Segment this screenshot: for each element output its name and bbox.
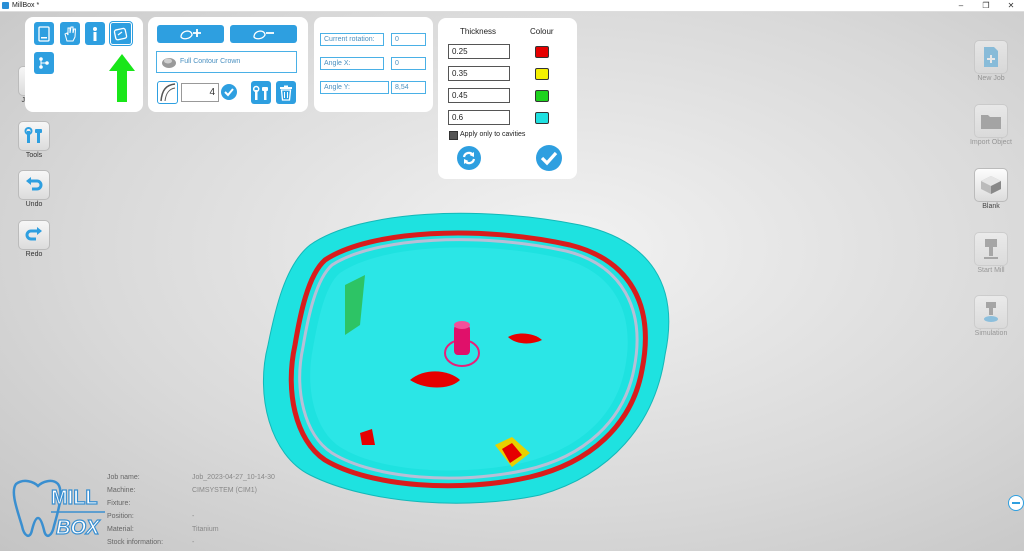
millbox-logo: MILL BOX bbox=[12, 479, 105, 540]
rotation-panel: Current rotation: 0 Angle X: 0 Angle Y: … bbox=[314, 17, 433, 112]
import-object-icon bbox=[974, 104, 1008, 138]
view-reset-button[interactable] bbox=[1008, 495, 1024, 511]
title-bar: MillBox * – ❐ ✕ bbox=[0, 0, 1024, 12]
tools-button[interactable]: Tools bbox=[17, 121, 51, 159]
apply-button[interactable] bbox=[536, 145, 562, 171]
start-mill-label: Start Mill bbox=[977, 267, 1005, 274]
hand-icon bbox=[64, 26, 77, 41]
undo-icon bbox=[18, 170, 50, 200]
logo-text-box: BOX bbox=[56, 517, 101, 539]
new-job-icon bbox=[974, 40, 1008, 74]
new-job-label: New Job bbox=[977, 75, 1005, 82]
redo-icon bbox=[18, 220, 50, 250]
tools-icon bbox=[253, 85, 268, 100]
simulation-button[interactable]: Simulation bbox=[964, 295, 1018, 337]
blank-label: Blank bbox=[982, 203, 1000, 210]
thickness-header: Thickness bbox=[460, 27, 497, 36]
redo-label: Redo bbox=[25, 251, 43, 258]
undo-label: Undo bbox=[25, 201, 43, 208]
remove-object-button[interactable] bbox=[230, 25, 297, 43]
thickness-input-1[interactable]: 0.25 bbox=[448, 44, 510, 59]
quantity-input[interactable]: 4 bbox=[181, 83, 219, 102]
add-object-button[interactable] bbox=[157, 25, 224, 43]
maximize-button[interactable]: ❐ bbox=[979, 0, 993, 11]
colour-header: Colour bbox=[530, 27, 554, 36]
margin-line-icon bbox=[160, 83, 176, 102]
thickness-check-icon bbox=[113, 27, 128, 40]
thickness-check-button[interactable] bbox=[110, 22, 132, 45]
confirm-quantity-button[interactable] bbox=[221, 84, 237, 100]
tools-label: Tools bbox=[25, 152, 43, 159]
refresh-icon bbox=[462, 151, 476, 165]
new-job-button[interactable]: New Job bbox=[964, 40, 1018, 82]
arrange-button[interactable] bbox=[34, 52, 54, 74]
current-rotation-input[interactable]: 0 bbox=[391, 33, 426, 46]
minus-circle-icon bbox=[1012, 502, 1020, 504]
logo-text-mill: MILL bbox=[51, 487, 98, 509]
check-icon bbox=[224, 88, 234, 97]
report-icon bbox=[38, 25, 50, 42]
import-object-button[interactable]: Import Object bbox=[964, 104, 1018, 146]
report-button[interactable] bbox=[34, 22, 54, 45]
thickness-input-4[interactable]: 0.6 bbox=[448, 110, 510, 125]
arrange-icon bbox=[39, 57, 49, 69]
stock-information-label: Stock information: bbox=[107, 539, 164, 546]
angle-y-input[interactable]: 8,54 bbox=[391, 81, 426, 94]
apply-cavities-label: Apply only to cavities bbox=[460, 131, 526, 138]
angle-y-label: Angle Y: bbox=[320, 81, 389, 94]
remove-object-icon bbox=[252, 30, 274, 40]
start-mill-icon bbox=[974, 232, 1008, 266]
colour-swatch-cyan[interactable] bbox=[535, 112, 549, 124]
view-options-panel bbox=[25, 17, 143, 112]
tools-settings-button[interactable] bbox=[251, 81, 271, 104]
check-icon bbox=[540, 151, 558, 166]
import-object-label: Import Object bbox=[969, 139, 1012, 146]
start-mill-button[interactable]: Start Mill bbox=[964, 232, 1018, 274]
object-selector[interactable]: Full Contour Crown bbox=[156, 51, 297, 73]
app-icon bbox=[2, 2, 9, 9]
tool-diameter-button[interactable] bbox=[157, 81, 178, 104]
stock-information-value: - bbox=[192, 539, 195, 546]
job-name-value: Job_2023-04-27_10-14-30 bbox=[192, 474, 275, 481]
blank-button[interactable]: Blank bbox=[964, 168, 1018, 210]
crown-3d-model[interactable] bbox=[250, 205, 680, 510]
crown-icon bbox=[162, 58, 176, 68]
trash-icon bbox=[280, 85, 292, 101]
close-button[interactable]: ✕ bbox=[1004, 0, 1018, 11]
info-button[interactable] bbox=[85, 22, 105, 45]
material-value: Titanium bbox=[192, 526, 219, 533]
colour-swatch-yellow[interactable] bbox=[535, 68, 549, 80]
window-title: MillBox * bbox=[12, 2, 40, 9]
colour-swatch-red[interactable] bbox=[535, 46, 549, 58]
position-label: Position: bbox=[107, 513, 134, 520]
hand-select-button[interactable] bbox=[60, 22, 80, 45]
angle-x-label: Angle X: bbox=[320, 57, 384, 70]
fixture-label: Fixture: bbox=[107, 500, 131, 507]
redo-button[interactable]: Redo bbox=[17, 220, 51, 258]
thickness-input-2[interactable]: 0.35 bbox=[448, 66, 510, 81]
simulation-label: Simulation bbox=[974, 330, 1008, 337]
apply-cavities-checkbox[interactable] bbox=[449, 131, 458, 140]
refresh-button[interactable] bbox=[457, 146, 481, 170]
current-rotation-label: Current rotation: bbox=[320, 33, 384, 46]
simulation-icon bbox=[974, 295, 1008, 329]
delete-button[interactable] bbox=[276, 81, 296, 104]
position-value: - bbox=[192, 513, 195, 520]
object-panel: Full Contour Crown 4 bbox=[148, 17, 308, 112]
info-icon bbox=[93, 26, 97, 41]
colour-swatch-green[interactable] bbox=[535, 90, 549, 102]
job-name-label: Job name: bbox=[107, 474, 140, 481]
machine-label: Machine: bbox=[107, 487, 136, 494]
thickness-input-3[interactable]: 0.45 bbox=[448, 88, 510, 103]
tools-icon bbox=[18, 121, 50, 151]
object-name: Full Contour Crown bbox=[180, 58, 241, 65]
undo-button[interactable]: Undo bbox=[17, 170, 51, 208]
material-label: Material: bbox=[107, 526, 134, 533]
add-object-icon bbox=[179, 29, 201, 40]
angle-x-input[interactable]: 0 bbox=[391, 57, 426, 70]
minimize-button[interactable]: – bbox=[954, 0, 968, 11]
machine-value: CIMSYSTEM (CIM1) bbox=[192, 487, 257, 494]
green-arrow-icon bbox=[109, 54, 135, 102]
blank-icon bbox=[974, 168, 1008, 202]
